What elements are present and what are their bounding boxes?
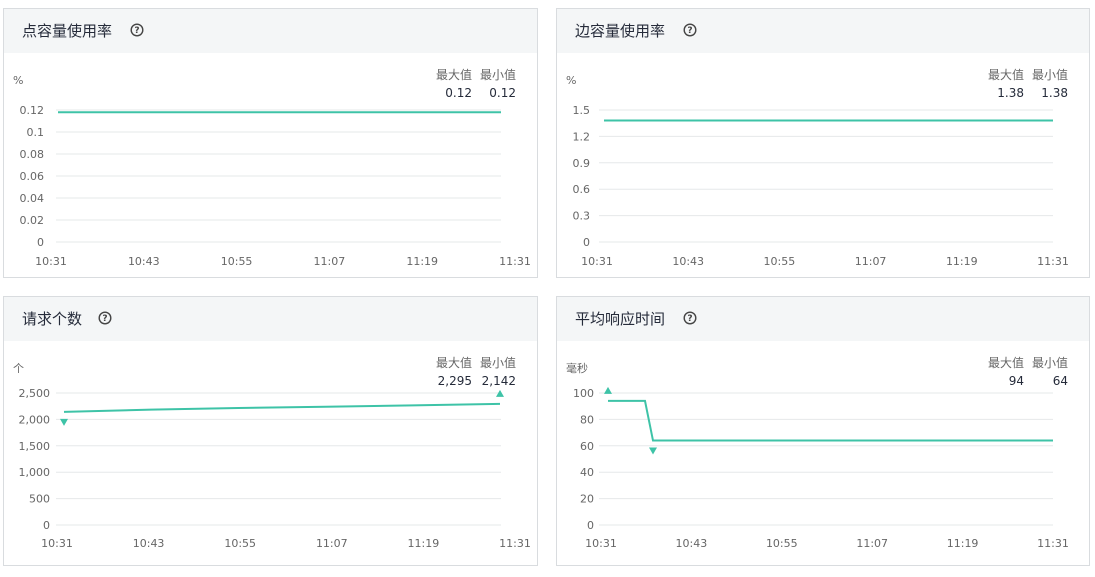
y-tick-label: 0 (583, 236, 590, 249)
x-tick-label: 11:19 (408, 537, 440, 550)
y-tick-label: 1.5 (573, 104, 591, 117)
chart-panel-request-count: 请求个数 ? 个 最大值 最小值 2,295 2,142 0 500 1,000 1,500 2,… (3, 296, 538, 566)
question-circle-icon[interactable]: ? (683, 23, 697, 37)
svg-text:?: ? (134, 26, 139, 36)
x-tick-label: 10:43 (676, 537, 708, 550)
panel-header: 请求个数 ? (4, 297, 537, 341)
x-tick-label: 10:43 (672, 255, 704, 268)
y-tick-label: 2,000 (19, 413, 51, 426)
min-value: 2,142 (482, 374, 516, 388)
x-tick-label: 10:31 (35, 255, 67, 268)
x-tick-label: 10:55 (764, 255, 796, 268)
series-line (63, 402, 501, 413)
max-value: 2,295 (438, 374, 472, 388)
panel-title: 边容量使用率 (575, 22, 666, 40)
question-circle-icon[interactable]: ? (130, 23, 144, 37)
chart-panel-vertex-capacity: 点容量使用率 ? % 最大值 最小值 0.12 0.12 0 0.02 0.04 0.06 0.0… (3, 8, 538, 278)
x-tick-label: 11:07 (314, 255, 346, 268)
x-tick-label: 10:31 (585, 537, 617, 550)
y-tick-label: 1.2 (573, 130, 591, 143)
line-chart: % 最大值 最小值 0.12 0.12 0 0.02 0.04 0.06 0.08 0.1 0.12 1… (13, 67, 531, 268)
x-tick-label: 10:43 (128, 255, 160, 268)
x-tick-label: 10:55 (221, 255, 253, 268)
x-tick-label: 11:31 (499, 255, 531, 268)
x-tick-label: 11:07 (856, 537, 888, 550)
y-tick-label: 0.08 (20, 148, 45, 161)
chart-panel-edge-capacity: 边容量使用率 ? % 最大值 最小值 1.38 1.38 0 0.3 0.6 0.9 1.2 1.5… (556, 8, 1090, 278)
y-tick-label: 0.06 (20, 170, 45, 183)
min-label: 最小值 (480, 355, 516, 370)
min-label: 最小值 (1032, 67, 1068, 82)
y-tick-label: 0.02 (20, 214, 45, 227)
x-tick-label: 10:55 (766, 537, 798, 550)
x-tick-label: 11:19 (946, 255, 978, 268)
max-value: 0.12 (445, 86, 472, 100)
y-tick-label: 20 (580, 493, 594, 506)
y-tick-label: 0 (587, 519, 594, 532)
y-tick-label: 0 (43, 519, 50, 532)
x-tick-label: 11:19 (406, 255, 438, 268)
panel-title: 点容量使用率 (22, 22, 113, 40)
max-value: 1.38 (997, 86, 1024, 100)
x-tick-label: 10:43 (133, 537, 165, 550)
x-tick-label: 11:07 (316, 537, 348, 550)
x-tick-label: 11:19 (947, 537, 979, 550)
min-value: 64 (1053, 374, 1068, 388)
panel-title: 请求个数 (22, 310, 83, 328)
question-circle-icon[interactable]: ? (98, 311, 112, 325)
min-value: 1.38 (1041, 86, 1068, 100)
panel-header: 平均响应时间 ? (557, 297, 1089, 341)
y-tick-label: 0.04 (20, 192, 45, 205)
unit-label: 毫秒 (566, 361, 588, 375)
x-tick-label: 11:31 (499, 537, 531, 550)
min-label: 最小值 (1032, 355, 1068, 370)
unit-label: % (13, 74, 23, 87)
y-tick-label: 1,000 (19, 466, 51, 479)
series-line (608, 399, 1053, 442)
y-tick-label: 2,500 (19, 387, 51, 400)
y-tick-label: 80 (580, 413, 594, 426)
y-tick-label: 0.6 (573, 183, 591, 196)
y-tick-label: 0.12 (20, 104, 45, 117)
svg-text:?: ? (687, 314, 692, 324)
max-label: 最大值 (988, 67, 1024, 82)
y-tick-label: 1,500 (19, 440, 51, 453)
x-tick-label: 10:31 (581, 255, 613, 268)
max-value: 94 (1009, 374, 1024, 388)
y-tick-label: 60 (580, 440, 594, 453)
y-tick-label: 0.1 (27, 126, 45, 139)
y-tick-label: 0.9 (573, 157, 591, 170)
min-marker-icon (60, 418, 68, 426)
unit-label: 个 (13, 362, 24, 375)
y-tick-label: 500 (29, 493, 50, 506)
line-chart: % 最大值 最小值 1.38 1.38 0 0.3 0.6 0.9 1.2 1.5 10:31 10:4… (566, 67, 1069, 268)
chart-panel-avg-response-time: 平均响应时间 ? 毫秒 最大值 最小值 94 64 0 20 40 60 80 100 10:31 10… (556, 296, 1090, 566)
y-tick-label: 0.3 (573, 210, 591, 223)
svg-text:?: ? (687, 26, 692, 36)
x-tick-label: 11:31 (1037, 255, 1069, 268)
y-tick-label: 100 (573, 387, 594, 400)
x-tick-label: 11:07 (855, 255, 887, 268)
min-label: 最小值 (480, 67, 516, 82)
max-marker-icon (604, 386, 612, 394)
y-tick-label: 40 (580, 466, 594, 479)
x-tick-label: 10:55 (224, 537, 256, 550)
x-tick-label: 11:31 (1037, 537, 1069, 550)
line-chart: 个 最大值 最小值 2,295 2,142 0 500 1,000 1,500 2,000 2,50… (13, 355, 531, 550)
min-value: 0.12 (489, 86, 516, 100)
max-label: 最大值 (436, 67, 472, 82)
max-label: 最大值 (436, 355, 472, 370)
question-circle-icon[interactable]: ? (683, 311, 697, 325)
y-tick-label: 0 (37, 236, 44, 249)
panel-header: 边容量使用率 ? (557, 9, 1089, 53)
max-label: 最大值 (988, 355, 1024, 370)
unit-label: % (566, 74, 576, 87)
svg-text:?: ? (102, 314, 107, 324)
line-chart: 毫秒 最大值 最小值 94 64 0 20 40 60 80 100 10:31 10:43 10:55 1… (566, 355, 1069, 550)
panel-header: 点容量使用率 ? (4, 9, 537, 53)
x-tick-label: 10:31 (41, 537, 73, 550)
min-marker-icon (649, 447, 657, 455)
panel-title: 平均响应时间 (575, 310, 666, 328)
